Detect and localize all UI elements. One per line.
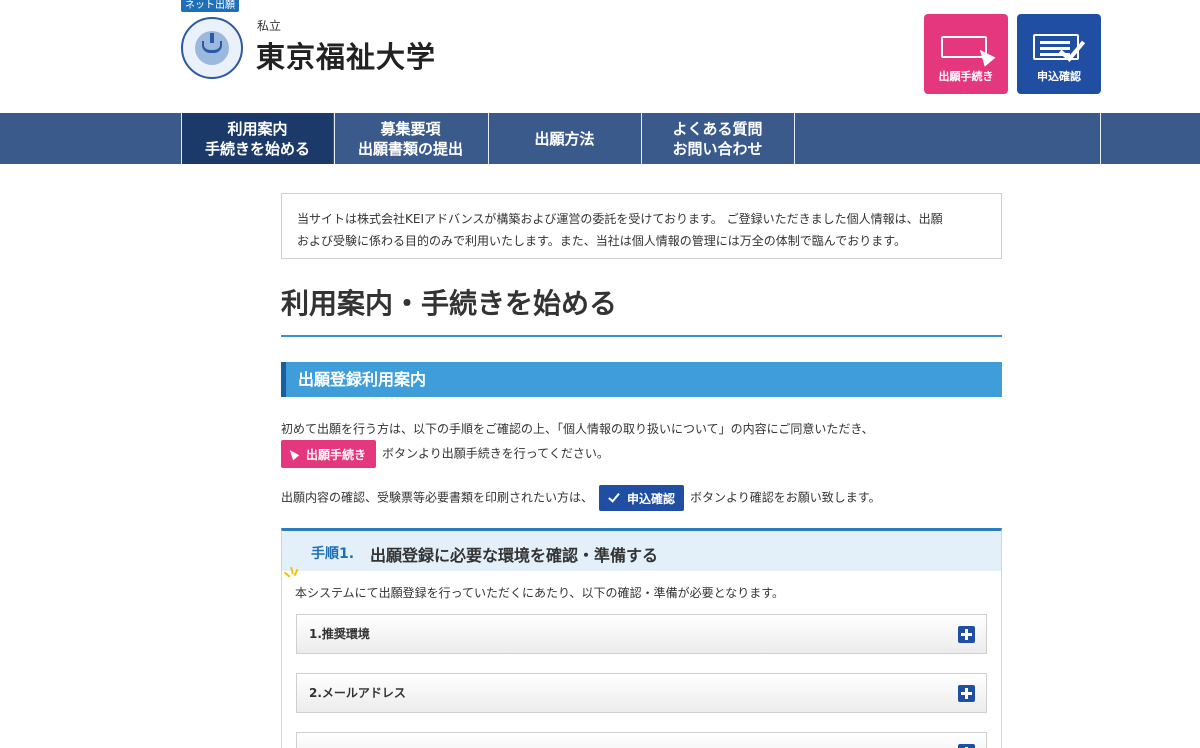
apply-procedure-button[interactable]: 出願手続き: [924, 14, 1008, 94]
intro-line-apply: 出願手続き ボタンより出願手続きを行ってください。: [281, 440, 609, 468]
inline-apply-button[interactable]: 出願手続き: [281, 440, 377, 468]
application-confirm-button[interactable]: 申込確認: [1017, 14, 1101, 94]
step-title: 出願登録に必要な環境を確認・準備する: [370, 546, 659, 565]
net-application-badge: ネット出願: [181, 0, 239, 12]
intro-line-prefix: 出願内容の確認、受験票等必要書類を印刷されたい方は、: [281, 490, 594, 505]
nav-item-line1: 利用案内: [227, 119, 288, 138]
private-label: 私立: [257, 19, 282, 33]
inline-apply-label: 出願手続き: [306, 447, 367, 462]
intro-line-confirm: 出願内容の確認、受験票等必要書類を印刷されたい方は、 申込確認 ボタンより確認をお願…: [281, 485, 881, 511]
nav-item-line1: 募集要項: [380, 119, 441, 138]
section-heading: 出願登録利用案内: [281, 362, 1002, 397]
nav-item-line2: お問い合わせ: [672, 139, 763, 158]
accordion-email[interactable]: 2.メールアドレス: [296, 673, 987, 713]
step-number: 手順1.: [311, 546, 355, 562]
check-icon: [608, 489, 620, 503]
accordion-third[interactable]: [296, 732, 987, 748]
nav-item-line1: 出願方法: [534, 129, 595, 148]
accordion-recommended-env[interactable]: 1.推奨環境: [296, 614, 987, 654]
application-confirm-label: 申込確認: [1037, 70, 1081, 83]
ship-hull: [202, 41, 222, 53]
apply-procedure-label: 出願手続き: [938, 70, 994, 83]
step-description: 本システムにて出願登録を行っていただくにあたり、以下の確認・準備が必要となります…: [295, 586, 785, 600]
step-1-panel: 手順1. 出願登録に必要な環境を確認・準備する 本システムにて出願登録を行ってい…: [281, 528, 1002, 748]
plus-icon[interactable]: [958, 626, 975, 643]
university-name[interactable]: 東京福祉大学: [256, 34, 436, 76]
university-seal-logo[interactable]: [181, 17, 243, 79]
nav-spacer: [794, 113, 1101, 164]
notice-line: および受験に係わる目的のみで利用いたします。また、当社は個人情報の管理には万全の…: [297, 234, 907, 248]
inline-confirm-label: 申込確認: [627, 491, 676, 506]
plus-icon[interactable]: [958, 685, 975, 702]
nav-item-line2: 出願書類の提出: [357, 139, 463, 158]
cursor-icon: [286, 447, 300, 461]
title-divider: [281, 335, 1002, 337]
page-title: 利用案内・手続きを始める: [281, 287, 618, 320]
nav-item-guidelines[interactable]: 募集要項 出願書類の提出: [334, 113, 486, 164]
plus-icon[interactable]: [958, 744, 975, 748]
intro-line: 初めて出願を行う方は、以下の手順をご確認の上、「個人情報の取り扱いについて」の内…: [281, 422, 874, 436]
intro-line-suffix: ボタンより確認をお願い致します。: [690, 490, 881, 505]
global-nav: 利用案内 手続きを始める 募集要項 出願書類の提出 出願方法 よくある質問 お問…: [0, 113, 1200, 164]
nav-item-method[interactable]: 出願方法: [488, 113, 640, 164]
step-1-header: 手順1. 出願登録に必要な環境を確認・準備する: [282, 531, 1001, 571]
intro-line-suffix: ボタンより出願手続きを行ってください。: [382, 446, 609, 461]
nav-item-line1: よくある質問: [672, 119, 763, 138]
sparkle-icon: [283, 566, 299, 581]
nav-item-line2: 手続きを始める: [204, 139, 310, 158]
site-header: ネット出願 私立 東京福祉大学 出願手続き 申込確認: [0, 0, 1200, 113]
accordion-label: 1.推奨環境: [309, 627, 370, 641]
nav-item-guide[interactable]: 利用案内 手続きを始める: [181, 113, 333, 164]
privacy-notice: 当サイトは株式会社KEIアドバンスが構築および運営の委託を受けております。 ご登…: [281, 193, 1002, 259]
inline-confirm-button[interactable]: 申込確認: [599, 485, 685, 511]
accordion-label: 2.メールアドレス: [309, 686, 406, 700]
nav-item-faq[interactable]: よくある質問 お問い合わせ: [641, 113, 793, 164]
notice-line: 当サイトは株式会社KEIアドバンスが構築および運営の委託を受けております。 ご登…: [297, 212, 943, 226]
